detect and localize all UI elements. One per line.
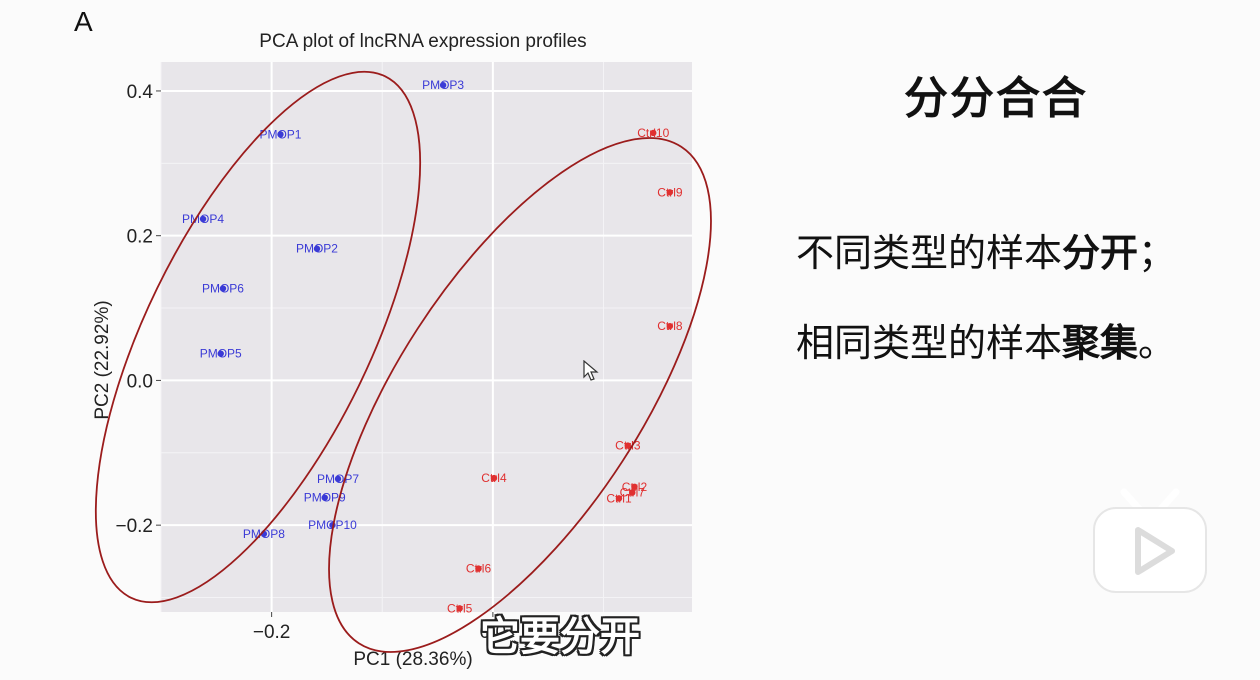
y-tick-label: −0.2 — [115, 516, 153, 537]
point-label-ctrl5: Ctrl5 — [447, 601, 473, 615]
point-label-ctrl1: Ctrl1 — [606, 491, 632, 505]
point-label-pmop5: PMOP5 — [200, 347, 242, 361]
point-label-ctrl4: Ctrl4 — [481, 471, 507, 485]
point-label-ctrl6: Ctrl6 — [466, 562, 492, 576]
video-subtitle: 它要分开 — [480, 614, 640, 660]
x-tick-label: −0.2 — [253, 622, 291, 643]
line2-plain: 相同类型的样本 — [796, 321, 1063, 365]
line1-plain: 不同类型的样本 — [796, 231, 1063, 275]
x-axis-label: PC1 (28.36%) — [353, 649, 472, 670]
panel-letter: A — [74, 6, 93, 37]
y-tick-label: 0.0 — [127, 371, 153, 392]
y-tick-label: 0.2 — [127, 227, 153, 248]
line2-bold: 聚集 — [1062, 321, 1139, 365]
chart-title: PCA plot of lncRNA expression profiles — [259, 31, 586, 52]
point-label-pmop2: PMOP2 — [296, 242, 338, 256]
slide-text-line-2: 相同类型的样本聚集。 — [796, 312, 1176, 367]
point-label-pmop7: PMOP7 — [317, 472, 359, 486]
point-label-pmop6: PMOP6 — [202, 282, 244, 296]
slide-text-line-1: 不同类型的样本分开； — [796, 222, 1176, 277]
line2-end: 。 — [1138, 321, 1177, 365]
y-axis-label: PC2 (22.92%) — [92, 300, 113, 419]
slide-title: 分分合合 — [904, 73, 1088, 124]
y-tick-label: 0.4 — [127, 82, 154, 103]
mouse-pointer-icon — [583, 360, 599, 381]
line1-bold: 分开 — [1062, 231, 1139, 275]
point-label-pmop4: PMOP4 — [182, 212, 224, 226]
point-label-pmop3: PMOP3 — [422, 78, 464, 92]
point-label-ctrl9: Ctrl9 — [657, 185, 683, 199]
line1-end: ； — [1138, 231, 1177, 275]
bilibili-tv-icon — [1093, 488, 1207, 593]
point-label-pmop8: PMOP8 — [243, 527, 285, 541]
point-label-ctrl8: Ctrl8 — [657, 319, 683, 333]
point-label-ctrl3: Ctrl3 — [615, 439, 641, 453]
